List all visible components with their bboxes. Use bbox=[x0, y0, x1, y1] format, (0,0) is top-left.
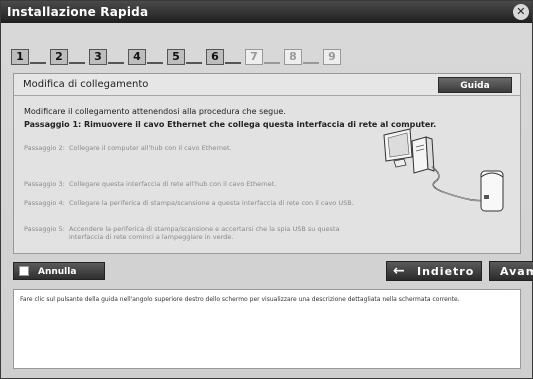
computer-monitor-icon bbox=[383, 128, 413, 168]
step-connector bbox=[186, 59, 202, 64]
title-bar: Installazione Rapida ✕ bbox=[1, 1, 532, 23]
step-2: 2 bbox=[50, 49, 85, 65]
computer-tower-icon bbox=[411, 136, 435, 174]
substep-4: Passaggio 4: Collegare la periferica di … bbox=[24, 199, 354, 207]
substep-3: Passaggio 3: Collegare questa interfacci… bbox=[24, 180, 354, 188]
step-7: 7 bbox=[245, 49, 280, 65]
substep-text: Accendere la periferica di stampa/scansi… bbox=[69, 225, 340, 241]
substep-5: Passaggio 5: Accendere la periferica di … bbox=[24, 225, 354, 241]
step-number: 2 bbox=[50, 49, 68, 65]
step-number: 6 bbox=[206, 49, 224, 65]
next-button[interactable]: Avanti → bbox=[489, 261, 533, 281]
button-bar: Annulla ← Indietro Avanti → bbox=[13, 261, 533, 281]
step-number: 9 bbox=[323, 49, 341, 65]
panel-title: Modifica di collegamento bbox=[23, 79, 149, 90]
step-connector bbox=[147, 59, 163, 64]
step-4: 4 bbox=[128, 49, 163, 65]
cancel-label: Annulla bbox=[38, 267, 77, 277]
step-number: 3 bbox=[89, 49, 107, 65]
substep-label: Passaggio 3: bbox=[24, 180, 65, 188]
step-9: 9 bbox=[323, 49, 341, 65]
step-number: 8 bbox=[284, 49, 302, 65]
step-3: 3 bbox=[89, 49, 124, 65]
network-diagram-illustration bbox=[383, 128, 504, 212]
step-connector bbox=[264, 59, 280, 64]
step-number: 5 bbox=[167, 49, 185, 65]
substep-text: Collegare la periferica di stampa/scansi… bbox=[69, 199, 354, 207]
step-connector bbox=[108, 59, 124, 64]
help-text-box: Fare clic sul pulsante della guida nell'… bbox=[13, 289, 521, 369]
window-title: Installazione Rapida bbox=[7, 5, 149, 19]
step-number: 1 bbox=[11, 49, 29, 65]
step-6: 6 bbox=[206, 49, 241, 65]
step-5: 5 bbox=[167, 49, 202, 65]
step-indicator: 1 2 3 4 5 6 7 8 9 bbox=[11, 41, 345, 65]
step-number: 7 bbox=[245, 49, 263, 65]
back-button[interactable]: ← Indietro bbox=[386, 261, 482, 281]
cancel-button[interactable]: Annulla bbox=[13, 262, 105, 280]
step-connector bbox=[69, 59, 85, 64]
back-label: Indietro bbox=[417, 265, 475, 278]
substep-text: Collegare questa interfaccia di rete all… bbox=[69, 180, 277, 188]
step-connector bbox=[303, 59, 319, 64]
current-step-text: Passaggio 1: Rimuovere il cavo Ethernet … bbox=[24, 120, 437, 129]
arrow-left-icon: ← bbox=[393, 263, 405, 279]
guide-button[interactable]: Guida bbox=[438, 77, 512, 93]
step-connector bbox=[30, 59, 46, 64]
substep-text: Collegare il computer all'hub con il cav… bbox=[69, 144, 232, 152]
step-number: 4 bbox=[128, 49, 146, 65]
panel-header: Modifica di collegamento Guida bbox=[14, 74, 520, 96]
substep-label: Passaggio 5: bbox=[24, 225, 65, 233]
step-1: 1 bbox=[11, 49, 46, 65]
close-icon[interactable]: ✕ bbox=[513, 4, 529, 20]
installer-window: Installazione Rapida ✕ 1 2 3 4 5 6 7 8 9 Modific… bbox=[0, 0, 533, 379]
arrow-right-icon: → bbox=[529, 262, 533, 280]
network-interface-device-icon bbox=[480, 170, 504, 212]
substep-label: Passaggio 2: bbox=[24, 144, 65, 152]
intro-text: Modificare il collegamento attenendosi a… bbox=[24, 107, 286, 116]
substep-2: Passaggio 2: Collegare il computer all'h… bbox=[24, 144, 354, 152]
next-label: Avanti bbox=[500, 265, 533, 278]
cancel-checkbox[interactable] bbox=[19, 266, 29, 276]
step-8: 8 bbox=[284, 49, 319, 65]
step-connector bbox=[225, 59, 241, 64]
substep-label: Passaggio 4: bbox=[24, 199, 65, 207]
